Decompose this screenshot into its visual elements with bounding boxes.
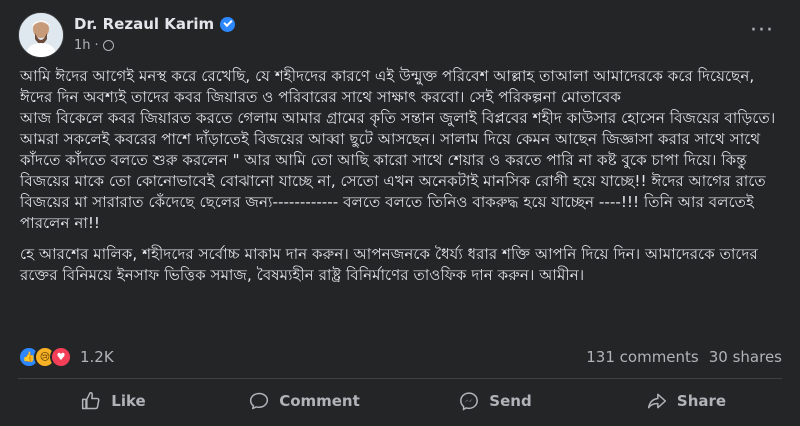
verified-badge-icon [220, 16, 236, 32]
comment-label: Comment [279, 392, 360, 410]
share-label: Share [676, 392, 727, 410]
post-card: Dr. Rezaul Karim 1h · ··· আমি ঈদের আগেই … [0, 0, 800, 426]
divider [18, 378, 782, 379]
shares-count[interactable]: 30 shares [709, 348, 782, 366]
thumbs-up-icon [82, 391, 100, 410]
like-button[interactable]: Like [18, 382, 209, 420]
reactions-summary[interactable]: 👍 😢 ♥ 1.2K [18, 346, 114, 368]
post-stats: 👍 😢 ♥ 1.2K 131 comments 30 shares [18, 346, 782, 370]
engagement-counts: 131 comments 30 shares [586, 348, 782, 366]
like-label: Like [111, 392, 146, 410]
post-header: Dr. Rezaul Karim 1h · ··· [18, 12, 782, 62]
more-options-icon[interactable]: ··· [750, 20, 774, 42]
globe-icon [102, 40, 114, 51]
post-text: আমি ঈদের আগেই মনস্থ করে রেখেছি, যে শহীদদ… [20, 66, 784, 296]
post-paragraph-1: আমি ঈদের আগেই মনস্থ করে রেখেছি, যে শহীদদ… [20, 67, 776, 232]
author-name[interactable]: Dr. Rezaul Karim [74, 15, 214, 33]
action-bar: Like Comment Send Share [18, 382, 782, 420]
send-button[interactable]: Send [400, 382, 591, 420]
share-button[interactable]: Share [591, 382, 782, 420]
comment-icon [250, 392, 269, 410]
messenger-icon [460, 392, 479, 411]
share-arrow-icon [647, 393, 666, 409]
love-icon: ♥ [50, 346, 72, 368]
author-line: Dr. Rezaul Karim [74, 15, 236, 33]
avatar-image [19, 13, 63, 57]
avatar[interactable] [18, 12, 64, 58]
post-meta: 1h · [74, 38, 114, 53]
post-time[interactable]: 1h [74, 38, 91, 53]
reaction-count: 1.2K [80, 348, 114, 366]
post-paragraph-2: হে আরশের মালিক, শহীদদের সর্বোচ্চ মাকাম দ… [20, 245, 763, 284]
comments-count[interactable]: 131 comments [586, 348, 698, 366]
send-label: Send [489, 392, 532, 410]
comment-button[interactable]: Comment [209, 382, 400, 420]
